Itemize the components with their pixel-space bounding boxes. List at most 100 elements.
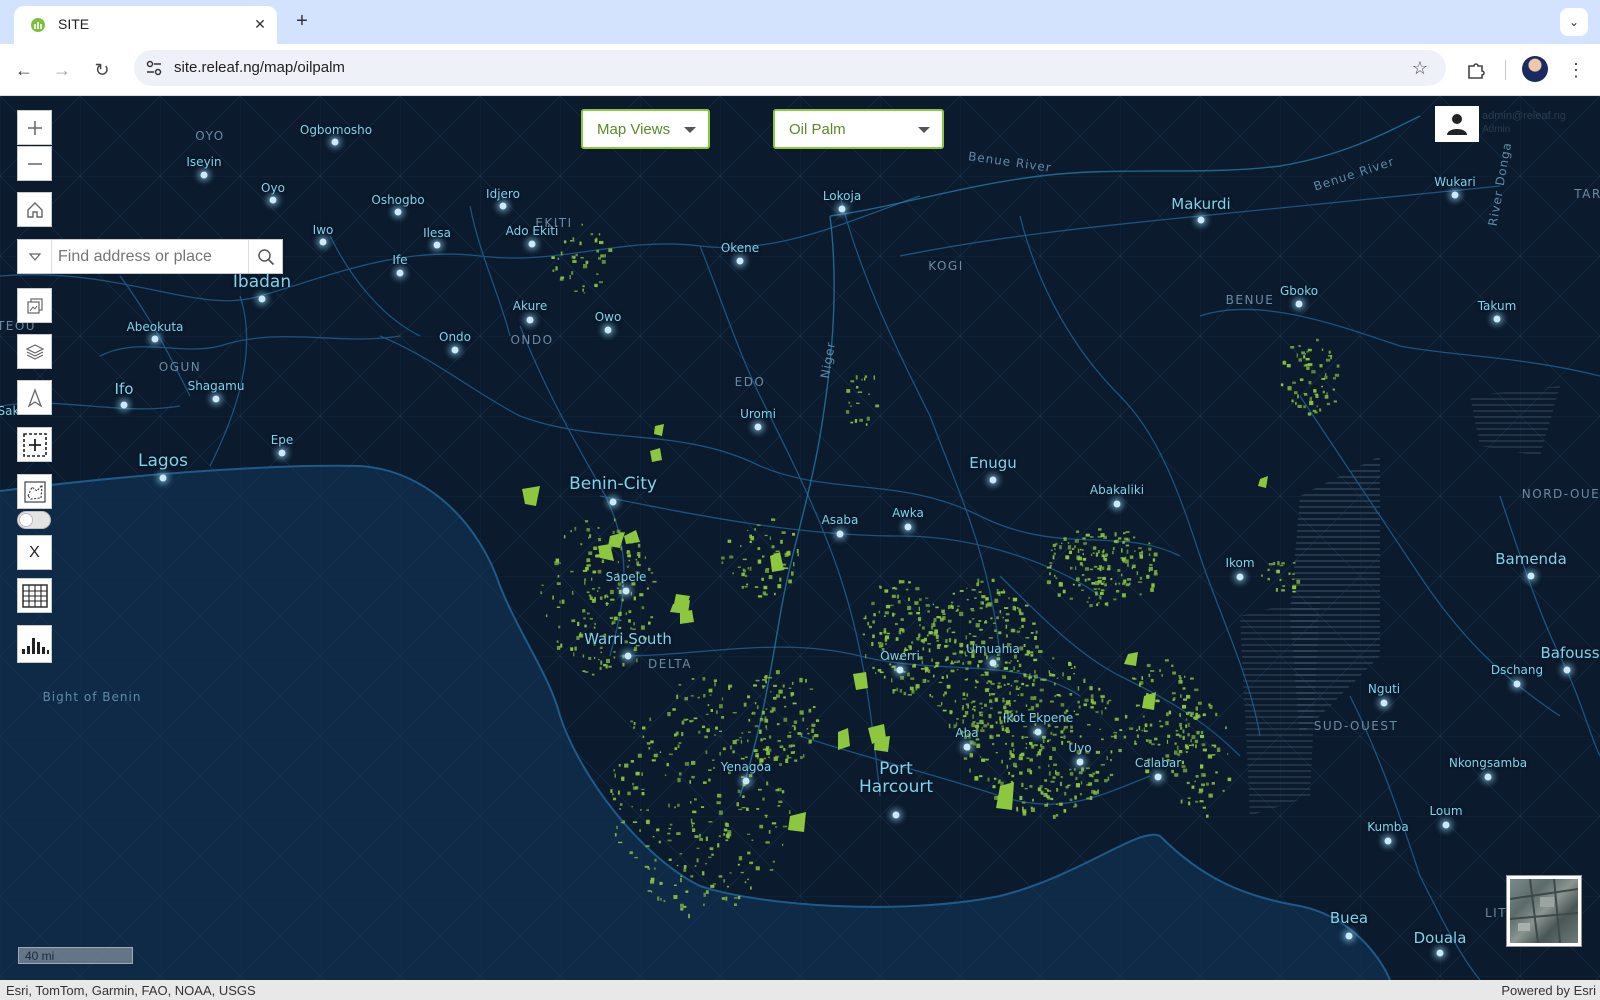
plantation-parcel xyxy=(1097,602,1100,604)
zoom-in-button[interactable] xyxy=(17,110,52,145)
plantation-parcel xyxy=(596,273,599,275)
plantation-parcel xyxy=(974,686,977,689)
plantation-parcel xyxy=(1312,409,1317,413)
plantation-parcel xyxy=(1319,364,1323,368)
select-area-button[interactable] xyxy=(17,427,52,462)
region-label: OGUN xyxy=(158,360,202,374)
plantation-parcel xyxy=(1152,558,1156,562)
search-button[interactable] xyxy=(248,240,282,273)
extensions-puzzle-icon[interactable] xyxy=(1462,56,1490,84)
tab-close-icon[interactable]: ✕ xyxy=(250,14,270,34)
map-views-dropdown[interactable]: Map Views xyxy=(581,109,710,149)
table-button[interactable] xyxy=(17,578,52,613)
plantation-parcel xyxy=(685,890,689,893)
search-source-dropdown[interactable] xyxy=(18,240,52,273)
plantation-parcel xyxy=(570,240,573,242)
layer-list-button[interactable] xyxy=(17,334,52,369)
plantation-parcel xyxy=(792,702,797,705)
plantation-parcel xyxy=(1282,360,1287,365)
new-tab-icon[interactable]: + xyxy=(290,10,314,34)
city-marker xyxy=(838,205,846,213)
plantation-parcel xyxy=(1139,681,1144,685)
plantation-parcel xyxy=(1168,710,1172,715)
plantation-parcel xyxy=(1001,759,1003,764)
plantation-parcel xyxy=(900,618,904,621)
plantation-parcel xyxy=(770,690,772,693)
plantation-parcel xyxy=(747,567,750,570)
plantation-parcel xyxy=(606,602,608,606)
zoom-out-button[interactable] xyxy=(17,146,52,181)
plantation-parcel xyxy=(1013,666,1015,671)
plantation-parcel xyxy=(699,837,703,841)
plantation-parcel xyxy=(990,707,993,710)
plantation-parcel xyxy=(610,598,615,601)
browser-menu-icon[interactable]: ⋮ xyxy=(1566,56,1586,84)
plantation-parcel xyxy=(1050,780,1055,783)
search-input[interactable] xyxy=(58,240,248,273)
plantation-parcel xyxy=(791,681,794,685)
bookmark-star-icon[interactable]: ☆ xyxy=(1408,56,1432,80)
forward-arrow-icon[interactable]: → xyxy=(48,56,76,84)
plantation-parcel xyxy=(961,707,964,711)
powered-by-text[interactable]: Powered by Esri xyxy=(1501,983,1596,998)
plantation-parcel xyxy=(866,416,870,421)
city-marker xyxy=(1493,315,1501,323)
plantation-parcel xyxy=(1092,546,1097,550)
plantation-parcel xyxy=(1082,537,1086,540)
plantation-parcel xyxy=(541,584,544,587)
plantation-parcel xyxy=(1268,563,1273,566)
browser-tab[interactable]: SITE ✕ xyxy=(14,6,277,44)
locate-button[interactable] xyxy=(17,380,52,415)
plantation-parcel xyxy=(942,709,947,712)
plantation-parcel xyxy=(1126,563,1129,567)
plantation-parcel xyxy=(743,702,747,707)
plantation-parcel xyxy=(756,524,761,526)
profile-avatar[interactable] xyxy=(1522,56,1548,82)
overview-map-thumbnail[interactable] xyxy=(1506,875,1582,947)
plantation-parcel xyxy=(1131,677,1135,680)
back-arrow-icon[interactable]: ← xyxy=(10,56,38,84)
reload-icon[interactable]: ↻ xyxy=(88,56,116,84)
chart-button[interactable] xyxy=(17,625,52,663)
address-bar[interactable]: site.releaf.ng/map/oilpalm ☆ xyxy=(134,50,1446,86)
plantation-parcel xyxy=(1211,754,1216,756)
plantation-parcel xyxy=(1332,377,1336,380)
plantation-parcel xyxy=(599,596,603,600)
draw-polygon-button[interactable] xyxy=(17,474,52,509)
plantation-parcel xyxy=(854,419,858,423)
plantation-parcel xyxy=(991,693,995,696)
plantation-parcel xyxy=(677,803,680,807)
plantation-parcel xyxy=(745,756,748,758)
plantation-parcel xyxy=(1005,634,1008,638)
crop-dropdown[interactable]: Oil Palm xyxy=(773,109,944,149)
clear-button[interactable]: X xyxy=(17,535,52,570)
plantation-parcel xyxy=(859,418,863,422)
plantation-parcel xyxy=(802,717,805,722)
plantation-parcel xyxy=(732,750,735,754)
tab-search-chevron-icon[interactable]: ⌄ xyxy=(1560,8,1588,36)
basemap-gallery-button[interactable] xyxy=(17,288,52,323)
map-view[interactable]: OYO EKITI KOGI BENUE ONDO OGUN EDO DELTA… xyxy=(0,96,1600,980)
plantation-parcel xyxy=(975,680,979,684)
plantation-parcel xyxy=(773,552,778,556)
plantation-parcel xyxy=(1297,394,1299,399)
layer-toggle[interactable] xyxy=(17,511,51,529)
plantation-parcel xyxy=(1084,567,1089,571)
plantation-parcel xyxy=(1073,673,1075,675)
home-button[interactable] xyxy=(17,192,52,227)
user-account-button[interactable] xyxy=(1435,106,1479,142)
plantation-parcel xyxy=(970,610,975,612)
plantation-parcel xyxy=(626,565,629,568)
plantation-parcel xyxy=(754,702,757,705)
plantation-parcel xyxy=(990,682,995,685)
city-label: Abeokuta xyxy=(126,320,184,334)
plantation-parcel xyxy=(1110,759,1112,762)
plantation-parcel xyxy=(653,753,658,758)
plantation-parcel xyxy=(912,663,917,666)
plantation-parcel xyxy=(1067,542,1070,544)
plantation-parcel xyxy=(865,423,868,426)
plantation-parcel xyxy=(708,688,713,693)
plantation-parcel xyxy=(855,375,858,380)
site-info-icon[interactable] xyxy=(142,56,166,80)
plantation-parcel xyxy=(1159,725,1164,728)
